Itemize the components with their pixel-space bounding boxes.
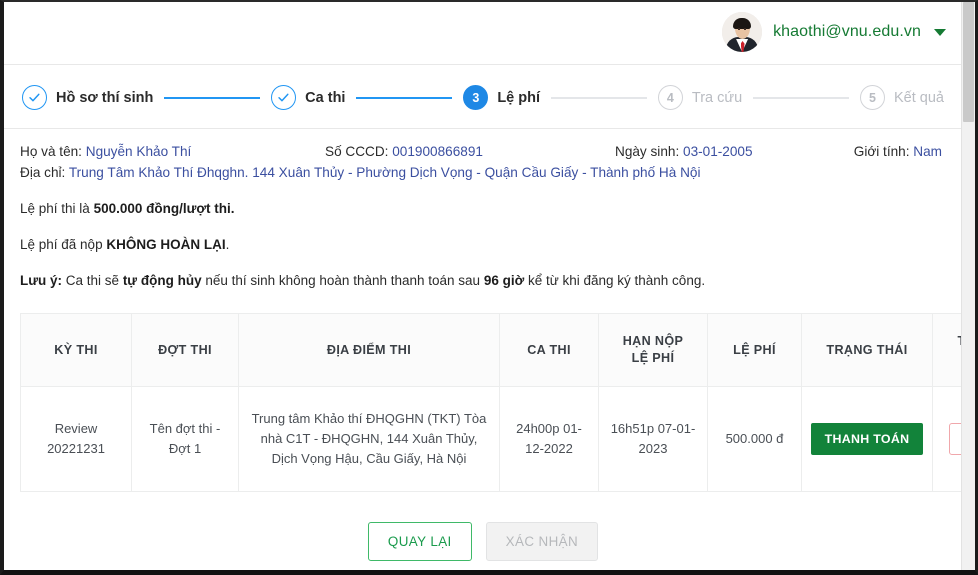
candidate-name-label: Họ và tên: xyxy=(20,144,82,159)
step-connector-3 xyxy=(551,96,647,99)
step-connector-4 xyxy=(753,96,849,99)
fee-amount-line: Lệ phí thi là 500.000 đồng/lượt thi. xyxy=(20,199,946,219)
check-icon xyxy=(271,85,297,110)
step-label: Ca thi xyxy=(305,89,346,106)
fee-nonrefundable-suffix: . xyxy=(225,237,230,252)
fee-warning-label: Lưu ý: xyxy=(20,273,63,288)
fee-amount-prefix: Lệ phí thi là xyxy=(20,201,94,216)
account-email: khaothi@vnu.edu.vn xyxy=(773,23,921,40)
candidate-dob: Ngày sinh: 03-01-2005 xyxy=(615,141,753,162)
candidate-gender: Giới tính: Nam xyxy=(753,141,946,162)
candidate-name-value: Nguyễn Khảo Thí xyxy=(85,144,192,159)
fee-nonrefundable-strong: KHÔNG HOÀN LẠI xyxy=(106,237,226,252)
cancel-registration-button[interactable]: HỦY xyxy=(948,423,962,455)
column-header-line-1: HẠN NỘP xyxy=(622,334,684,348)
fee-warning-a: Ca thi sẽ xyxy=(62,273,123,288)
step-label: Tra cứu xyxy=(691,89,743,106)
cell-trang-thai: THANH TOÁN xyxy=(801,386,933,492)
back-button[interactable]: QUAY LẠI xyxy=(367,522,472,561)
candidate-info-row-1: Họ và tên: Nguyễn Khảo Thí Số CCCD: 0019… xyxy=(20,141,946,162)
pay-button[interactable]: THANH TOÁN xyxy=(810,423,924,455)
page-scrollbar[interactable] xyxy=(961,2,975,570)
column-header-line-2: LỆ PHÍ xyxy=(631,351,675,365)
check-icon xyxy=(22,85,47,110)
chevron-down-icon[interactable] xyxy=(934,28,946,36)
candidate-gender-value: Nam xyxy=(913,144,942,159)
step-ket-qua[interactable]: 5 Kết quả xyxy=(860,85,944,110)
cell-ca-thi: 24h00p 01-12-2022 xyxy=(499,386,599,492)
step-label: Hồ sơ thí sinh xyxy=(56,89,154,106)
column-header-le-phi: LỆ PHÍ xyxy=(707,313,802,387)
fee-warning-b: tự động hủy xyxy=(122,273,202,288)
fee-amount-strong: 500.000 đồng/lượt thi. xyxy=(93,201,235,216)
fee-nonrefundable-prefix: Lệ phí đã nộp xyxy=(20,237,107,252)
candidate-address: Địa chỉ: Trung Tâm Khảo Thí Đhqghn. 144 … xyxy=(20,162,700,183)
column-header-thao-tac: THAO TÁC xyxy=(932,313,962,387)
step-number-badge: 3 xyxy=(463,85,489,110)
table-header-row: KỲ THI ĐỢT THI ĐỊA ĐIỂM THI CA THI HẠN N… xyxy=(20,313,962,387)
candidate-dob-value: 03-01-2005 xyxy=(683,144,753,159)
fee-warning-e: kể từ khi đăng ký thành công. xyxy=(524,273,706,288)
candidate-address-value: Trung Tâm Khảo Thí Đhqghn. 144 Xuân Thủy… xyxy=(68,165,701,180)
cell-dot-thi: Tên đợt thi - Đợt 1 xyxy=(131,386,239,492)
step-label: Lệ phí xyxy=(497,89,541,106)
step-label: Kết quả xyxy=(894,89,944,106)
cell-ky-thi: Review 20221231 xyxy=(20,386,132,492)
step-connector-2 xyxy=(356,96,453,99)
step-number-badge: 5 xyxy=(860,85,885,110)
candidate-name: Họ và tên: Nguyễn Khảo Thí xyxy=(20,141,325,162)
cell-le-phi: 500.000 đ xyxy=(707,386,802,492)
cell-han-nop: 16h51p 07-01-2023 xyxy=(598,386,708,492)
candidate-cccd-label: Số CCCD: xyxy=(325,144,389,159)
column-header-ca-thi: CA THI xyxy=(499,313,599,387)
step-le-phi[interactable]: 3 Lệ phí xyxy=(463,85,540,110)
column-header-ky-thi: KỲ THI xyxy=(20,313,132,387)
candidate-gender-label: Giới tính: xyxy=(853,144,910,159)
column-header-trang-thai: TRẠNG THÁI xyxy=(801,313,933,387)
candidate-info: Họ và tên: Nguyễn Khảo Thí Số CCCD: 0019… xyxy=(4,129,962,187)
browser-window: khaothi@vnu.edu.vn Hồ sơ thí sinh Ca thi… xyxy=(0,0,978,575)
fee-warning-d: 96 giờ xyxy=(483,273,525,288)
column-header-han-nop-le-phi: HẠN NỘP LỆ PHÍ xyxy=(598,313,708,387)
step-connector-1 xyxy=(164,96,261,99)
candidate-dob-label: Ngày sinh: xyxy=(615,144,680,159)
step-ca-thi[interactable]: Ca thi xyxy=(271,85,345,110)
candidate-info-row-2: Địa chỉ: Trung Tâm Khảo Thí Đhqghn. 144 … xyxy=(20,162,946,183)
table-row: Review 20221231 Tên đợt thi - Đợt 1 Trun… xyxy=(20,386,962,492)
fee-table-body: Review 20221231 Tên đợt thi - Đợt 1 Trun… xyxy=(20,386,962,492)
column-header-dot-thi: ĐỢT THI xyxy=(131,313,239,387)
candidate-address-label: Địa chỉ: xyxy=(20,165,66,180)
fee-warning-line: Lưu ý: Ca thi sẽ tự động hủy nếu thí sin… xyxy=(20,271,946,291)
cell-thao-tac: HỦY xyxy=(932,386,962,492)
scrollbar-thumb[interactable] xyxy=(963,2,974,122)
cell-dia-diem-thi: Trung tâm Khảo thí ĐHQGHN (TKT) Tòa nhà … xyxy=(238,386,500,492)
fee-table: KỲ THI ĐỢT THI ĐỊA ĐIỂM THI CA THI HẠN N… xyxy=(20,313,962,492)
step-ho-so-thi-sinh[interactable]: Hồ sơ thí sinh xyxy=(22,85,153,110)
fee-warning-c: nếu thí sinh không hoàn thành thanh toán… xyxy=(201,273,484,288)
step-tra-cuu[interactable]: 4 Tra cứu xyxy=(657,85,743,110)
fee-table-wrapper: KỲ THI ĐỢT THI ĐỊA ĐIỂM THI CA THI HẠN N… xyxy=(4,311,962,492)
avatar xyxy=(722,12,763,52)
page-header: khaothi@vnu.edu.vn xyxy=(4,2,962,65)
progress-stepper: Hồ sơ thí sinh Ca thi 3 Lệ phí 4 Tra cứu… xyxy=(4,65,962,129)
page-viewport: khaothi@vnu.edu.vn Hồ sơ thí sinh Ca thi… xyxy=(4,2,962,570)
candidate-cccd: Số CCCD: 001900866891 xyxy=(325,141,615,162)
confirm-button: XÁC NHẬN xyxy=(485,522,599,561)
account-menu[interactable]: khaothi@vnu.edu.vn xyxy=(722,12,946,52)
fee-notes: Lệ phí thi là 500.000 đồng/lượt thi. Lệ … xyxy=(4,187,962,311)
candidate-cccd-value: 001900866891 xyxy=(392,144,483,159)
fee-nonrefundable-line: Lệ phí đã nộp KHÔNG HOÀN LẠI. xyxy=(20,235,946,255)
column-header-dia-diem-thi: ĐỊA ĐIỂM THI xyxy=(238,313,500,387)
fee-table-head: KỲ THI ĐỢT THI ĐỊA ĐIỂM THI CA THI HẠN N… xyxy=(20,313,962,387)
form-actions: QUAY LẠI XÁC NHẬN xyxy=(4,492,962,570)
step-number-badge: 4 xyxy=(657,85,683,110)
